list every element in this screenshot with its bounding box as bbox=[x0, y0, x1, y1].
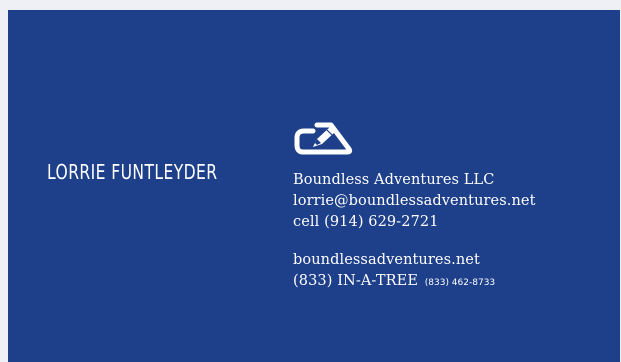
vanity-phone: (833) IN-A-TREE bbox=[293, 273, 419, 289]
company-name: Boundless Adventures LLC bbox=[293, 172, 495, 188]
email-address: lorrie@boundlessadventures.net bbox=[293, 193, 536, 209]
office-phone-line: (833) IN-A-TREE (833) 462-8733 bbox=[293, 271, 536, 294]
website: boundlessadventures.net bbox=[293, 252, 480, 268]
contact-info: Boundless Adventures LLC lorrie@boundles… bbox=[293, 170, 536, 294]
numeric-phone: (833) 462-8733 bbox=[424, 278, 496, 288]
cell-phone: cell (914) 629-2721 bbox=[293, 214, 439, 230]
carabiner-pencil-icon bbox=[294, 122, 353, 155]
business-card: LORRIE FUNTLEYDER Boundless Adventures L… bbox=[8, 10, 620, 362]
page: LORRIE FUNTLEYDER Boundless Adventures L… bbox=[0, 0, 621, 362]
person-name: LORRIE FUNTLEYDER bbox=[47, 160, 218, 184]
